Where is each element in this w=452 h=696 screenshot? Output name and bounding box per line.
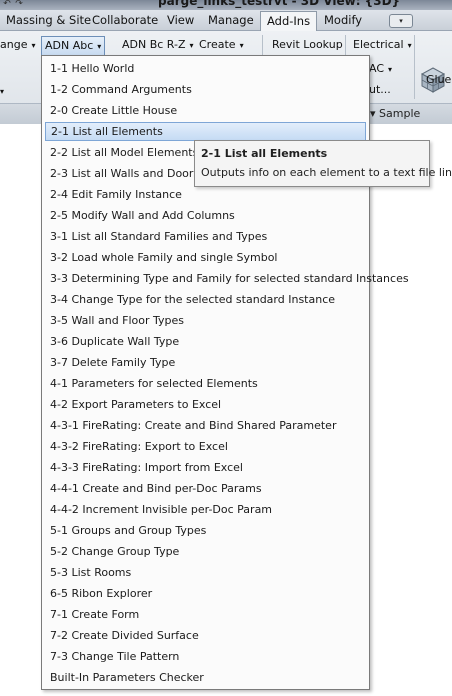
chevron-down-icon: ▾ — [239, 41, 244, 50]
menu-item[interactable]: 4-4-1 Create and Bind per-Doc Params — [45, 479, 366, 498]
adn-abc-button[interactable]: ADN Abc ▾ — [41, 36, 106, 56]
chevron-down-icon: ▾ — [97, 42, 102, 51]
panel-title-sample-label: Sample — [379, 107, 421, 120]
chevron-down-icon: ▾ — [189, 41, 194, 50]
tab-modify[interactable]: Modify — [318, 11, 368, 29]
adn-bc-rz-button[interactable]: ADN Bc R-Z ▾ — [122, 36, 194, 54]
tooltip-title: 2-1 List all Elements — [201, 147, 328, 160]
tooltip: 2-1 List all Elements Outputs info on ea… — [194, 140, 452, 187]
menu-item[interactable]: 3-3 Determining Type and Family for sele… — [45, 269, 409, 288]
ac-button[interactable]: AC ▾ — [369, 60, 392, 78]
menu-item[interactable]: 5-3 List Rooms — [45, 563, 366, 582]
glue-button[interactable]: Glue — [426, 71, 451, 89]
revit-lookup-button[interactable]: Revit Lookup — [272, 36, 343, 54]
undo-icon[interactable]: ↶ — [2, 0, 12, 9]
menu-item[interactable]: 3-6 Duplicate Wall Type — [45, 332, 366, 351]
tab-manage[interactable]: Manage — [202, 11, 260, 29]
menu-item[interactable]: 5-2 Change Group Type — [45, 542, 366, 561]
redo-icon[interactable]: ↷ — [14, 0, 24, 9]
chevron-down-icon: ▾ — [407, 41, 412, 50]
menu-item[interactable]: 4-3-3 FireRating: Import from Excel — [45, 458, 366, 477]
electrical-label: Electrical — [353, 38, 404, 51]
menu-item[interactable]: 3-7 Delete Family Type — [45, 353, 366, 372]
chevron-down-icon[interactable]: ▾ — [0, 83, 4, 101]
menu-item[interactable]: 4-4-2 Increment Invisible per-Doc Param — [45, 500, 366, 519]
menu-item[interactable]: 3-2 Load whole Family and single Symbol — [45, 248, 366, 267]
tab-massing-site[interactable]: Massing & Site — [0, 11, 97, 29]
electrical-button[interactable]: Electrical ▾ — [353, 36, 412, 54]
ut-button[interactable]: ut... — [369, 81, 391, 99]
menu-item[interactable]: 4-3-2 FireRating: Export to Excel — [45, 437, 366, 456]
menu-item[interactable]: 7-3 Change Tile Pattern — [45, 647, 366, 666]
glue-label: Glue — [426, 73, 452, 86]
menu-item[interactable]: 2-0 Create Little House — [45, 101, 366, 120]
menu-item[interactable]: 1-1 Hello World — [45, 59, 366, 78]
menu-item[interactable]: 3-1 List all Standard Families and Types — [45, 227, 366, 246]
ribbon-minimize-dropdown[interactable]: ▾ — [389, 14, 413, 28]
menu-item[interactable]: 5-1 Groups and Group Types — [45, 521, 366, 540]
menu-item[interactable]: 3-5 Wall and Floor Types — [45, 311, 366, 330]
menu-item[interactable]: 7-2 Create Divided Surface — [45, 626, 366, 645]
tab-add-ins[interactable]: Add-Ins — [260, 11, 318, 31]
panel-separator — [414, 35, 415, 99]
menu-item[interactable]: 4-2 Export Parameters to Excel — [45, 395, 366, 414]
revit-lookup-label: Revit Lookup — [272, 38, 343, 51]
partial-left-label: ange — [0, 38, 28, 51]
menu-item[interactable]: 3-4 Change Type for the selected standar… — [45, 290, 366, 309]
tab-collaborate[interactable]: Collaborate — [86, 11, 164, 29]
menu-item[interactable]: 4-1 Parameters for selected Elements — [45, 374, 366, 393]
create-button[interactable]: Create ▾ — [199, 36, 244, 54]
ribbon-tab-bar: Massing & Site Collaborate View Manage A… — [0, 10, 452, 31]
menu-item[interactable]: 2-5 Modify Wall and Add Columns — [45, 206, 366, 225]
menu-item[interactable]: 1-2 Command Arguments — [45, 80, 366, 99]
ac-label: AC — [369, 62, 385, 75]
adn-abc-label: ADN Abc — [45, 39, 94, 52]
ut-label: ut... — [369, 83, 391, 96]
tab-view[interactable]: View — [161, 11, 200, 29]
partial-left-button[interactable]: ange ▾ — [0, 36, 35, 54]
window-title-bar: ↶ ↷ parge_links_testrvt - 3D View: {3D} — [0, 0, 452, 10]
menu-item[interactable]: 4-3-1 FireRating: Create and Bind Shared… — [45, 416, 366, 435]
menu-item[interactable]: Built-In Parameters Checker — [45, 668, 366, 687]
menu-item[interactable]: 2-4 Edit Family Instance — [45, 185, 366, 204]
tooltip-description: Outputs info on each element to a text f… — [201, 166, 452, 179]
menu-item[interactable]: 6-5 Ribon Explorer — [45, 584, 366, 603]
create-label: Create — [199, 38, 236, 51]
chevron-down-icon: ▾ — [31, 41, 36, 50]
menu-item[interactable]: 7-1 Create Form — [45, 605, 366, 624]
panel-title-sample: ▾ Sample — [370, 107, 421, 120]
window-title: parge_links_testrvt - 3D View: {3D} — [158, 0, 401, 8]
chevron-down-icon: ▾ — [388, 65, 393, 74]
menu-item-highlighted[interactable]: 2-1 List all Elements — [45, 122, 366, 141]
adn-bc-rz-label: ADN Bc R-Z — [122, 38, 186, 51]
